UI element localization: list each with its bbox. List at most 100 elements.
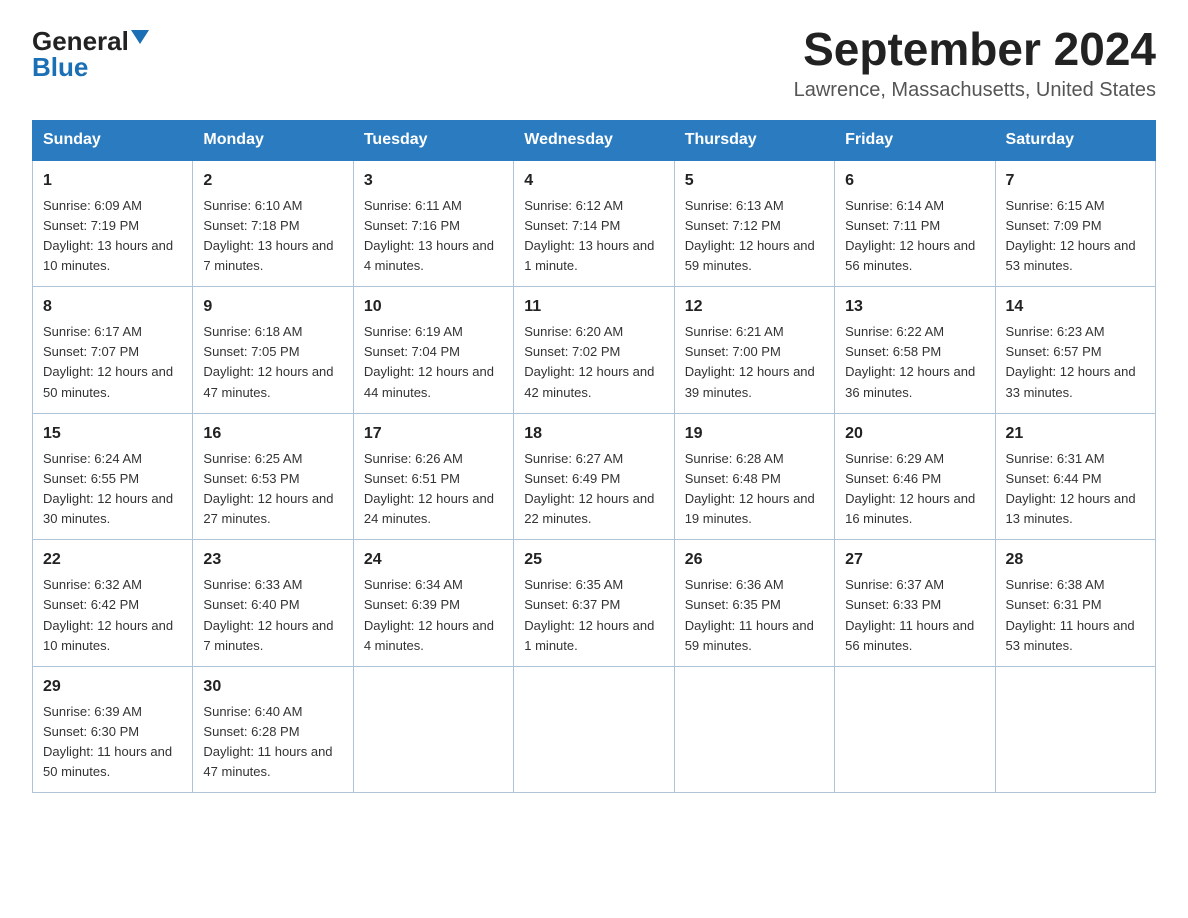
calendar-cell: 30 Sunrise: 6:40 AMSunset: 6:28 PMDayligh… [193, 666, 353, 793]
day-number: 22 [43, 548, 182, 572]
day-info: Sunrise: 6:37 AMSunset: 6:33 PMDaylight:… [845, 577, 974, 652]
day-info: Sunrise: 6:27 AMSunset: 6:49 PMDaylight:… [524, 451, 654, 526]
day-info: Sunrise: 6:10 AMSunset: 7:18 PMDaylight:… [203, 198, 333, 273]
day-info: Sunrise: 6:19 AMSunset: 7:04 PMDaylight:… [364, 324, 494, 399]
calendar-header-row: SundayMondayTuesdayWednesdayThursdayFrid… [33, 120, 1156, 160]
calendar-week-row: 29 Sunrise: 6:39 AMSunset: 6:30 PMDayligh… [33, 666, 1156, 793]
calendar-cell: 17Sunrise: 6:26 AMSunset: 6:51 PMDayligh… [353, 413, 513, 540]
calendar-cell [674, 666, 834, 793]
day-number: 24 [364, 548, 503, 572]
day-info: Sunrise: 6:09 AMSunset: 7:19 PMDaylight:… [43, 198, 173, 273]
calendar-cell: 16 Sunrise: 6:25 AMSunset: 6:53 PMDayligh… [193, 413, 353, 540]
day-number: 27 [845, 548, 984, 572]
day-info: Sunrise: 6:18 AMSunset: 7:05 PMDaylight:… [203, 324, 333, 399]
day-number: 14 [1006, 295, 1145, 319]
day-info: Sunrise: 6:23 AMSunset: 6:57 PMDaylight:… [1006, 324, 1136, 399]
day-info: Sunrise: 6:35 AMSunset: 6:37 PMDaylight:… [524, 577, 654, 652]
day-number: 4 [524, 169, 663, 193]
calendar-title: September 2024 [794, 24, 1156, 75]
calendar-week-row: 8 Sunrise: 6:17 AMSunset: 7:07 PMDaylight… [33, 287, 1156, 414]
day-number: 7 [1006, 169, 1145, 193]
day-info: Sunrise: 6:22 AMSunset: 6:58 PMDaylight:… [845, 324, 975, 399]
day-info: Sunrise: 6:12 AMSunset: 7:14 PMDaylight:… [524, 198, 654, 273]
calendar-cell: 10 Sunrise: 6:19 AMSunset: 7:04 PMDayligh… [353, 287, 513, 414]
calendar-cell: 12 Sunrise: 6:21 AMSunset: 7:00 PMDayligh… [674, 287, 834, 414]
calendar-cell [353, 666, 513, 793]
page-header: General Blue September 2024 Lawrence, Ma… [32, 24, 1156, 102]
day-info: Sunrise: 6:15 AMSunset: 7:09 PMDaylight:… [1006, 198, 1136, 273]
logo-general: General [32, 28, 129, 54]
logo-blue: Blue [32, 52, 88, 82]
day-info: Sunrise: 6:38 AMSunset: 6:31 PMDaylight:… [1006, 577, 1135, 652]
day-number: 17 [364, 422, 503, 446]
calendar-week-row: 1 Sunrise: 6:09 AMSunset: 7:19 PMDaylight… [33, 160, 1156, 287]
day-number: 11 [524, 295, 663, 319]
day-info: Sunrise: 6:21 AMSunset: 7:00 PMDaylight:… [685, 324, 815, 399]
day-info: Sunrise: 6:24 AMSunset: 6:55 PMDaylight:… [43, 451, 173, 526]
calendar-cell: 6 Sunrise: 6:14 AMSunset: 7:11 PMDaylight… [835, 160, 995, 287]
calendar-cell: 22 Sunrise: 6:32 AMSunset: 6:42 PMDayligh… [33, 540, 193, 667]
logo-triangle-icon [131, 30, 149, 44]
day-number: 3 [364, 169, 503, 193]
calendar-cell: 21 Sunrise: 6:31 AMSunset: 6:44 PMDayligh… [995, 413, 1155, 540]
day-info: Sunrise: 6:13 AMSunset: 7:12 PMDaylight:… [685, 198, 815, 273]
calendar-cell: 24 Sunrise: 6:34 AMSunset: 6:39 PMDayligh… [353, 540, 513, 667]
calendar-table: SundayMondayTuesdayWednesdayThursdayFrid… [32, 120, 1156, 794]
calendar-cell [514, 666, 674, 793]
calendar-cell: 8 Sunrise: 6:17 AMSunset: 7:07 PMDaylight… [33, 287, 193, 414]
weekday-header-tuesday: Tuesday [353, 120, 513, 160]
calendar-cell [835, 666, 995, 793]
day-number: 10 [364, 295, 503, 319]
calendar-cell: 9 Sunrise: 6:18 AMSunset: 7:05 PMDaylight… [193, 287, 353, 414]
calendar-cell: 29 Sunrise: 6:39 AMSunset: 6:30 PMDayligh… [33, 666, 193, 793]
weekday-header-wednesday: Wednesday [514, 120, 674, 160]
day-number: 8 [43, 295, 182, 319]
day-info: Sunrise: 6:34 AMSunset: 6:39 PMDaylight:… [364, 577, 494, 652]
day-number: 12 [685, 295, 824, 319]
calendar-subtitle: Lawrence, Massachusetts, United States [794, 79, 1156, 102]
day-number: 18 [524, 422, 663, 446]
day-info: Sunrise: 6:28 AMSunset: 6:48 PMDaylight:… [685, 451, 815, 526]
day-number: 19 [685, 422, 824, 446]
day-info: Sunrise: 6:29 AMSunset: 6:46 PMDaylight:… [845, 451, 975, 526]
day-info: Sunrise: 6:17 AMSunset: 7:07 PMDaylight:… [43, 324, 173, 399]
calendar-cell: 5 Sunrise: 6:13 AMSunset: 7:12 PMDaylight… [674, 160, 834, 287]
day-number: 21 [1006, 422, 1145, 446]
logo: General Blue [32, 28, 149, 81]
day-info: Sunrise: 6:31 AMSunset: 6:44 PMDaylight:… [1006, 451, 1136, 526]
day-number: 1 [43, 169, 182, 193]
calendar-cell: 28 Sunrise: 6:38 AMSunset: 6:31 PMDayligh… [995, 540, 1155, 667]
calendar-cell: 7 Sunrise: 6:15 AMSunset: 7:09 PMDaylight… [995, 160, 1155, 287]
day-number: 6 [845, 169, 984, 193]
day-number: 29 [43, 675, 182, 699]
day-info: Sunrise: 6:40 AMSunset: 6:28 PMDaylight:… [203, 704, 332, 779]
calendar-cell: 26Sunrise: 6:36 AMSunset: 6:35 PMDayligh… [674, 540, 834, 667]
day-number: 30 [203, 675, 342, 699]
weekday-header-saturday: Saturday [995, 120, 1155, 160]
day-number: 15 [43, 422, 182, 446]
day-number: 9 [203, 295, 342, 319]
day-info: Sunrise: 6:25 AMSunset: 6:53 PMDaylight:… [203, 451, 333, 526]
day-number: 2 [203, 169, 342, 193]
calendar-cell [995, 666, 1155, 793]
calendar-cell: 13 Sunrise: 6:22 AMSunset: 6:58 PMDayligh… [835, 287, 995, 414]
calendar-cell: 11Sunrise: 6:20 AMSunset: 7:02 PMDayligh… [514, 287, 674, 414]
day-info: Sunrise: 6:32 AMSunset: 6:42 PMDaylight:… [43, 577, 173, 652]
day-number: 16 [203, 422, 342, 446]
calendar-cell: 15 Sunrise: 6:24 AMSunset: 6:55 PMDayligh… [33, 413, 193, 540]
calendar-cell: 25Sunrise: 6:35 AMSunset: 6:37 PMDayligh… [514, 540, 674, 667]
calendar-cell: 14 Sunrise: 6:23 AMSunset: 6:57 PMDayligh… [995, 287, 1155, 414]
weekday-header-sunday: Sunday [33, 120, 193, 160]
day-number: 20 [845, 422, 984, 446]
day-number: 28 [1006, 548, 1145, 572]
calendar-week-row: 22 Sunrise: 6:32 AMSunset: 6:42 PMDayligh… [33, 540, 1156, 667]
day-info: Sunrise: 6:39 AMSunset: 6:30 PMDaylight:… [43, 704, 172, 779]
day-number: 13 [845, 295, 984, 319]
title-area: September 2024 Lawrence, Massachusetts, … [794, 24, 1156, 102]
day-info: Sunrise: 6:14 AMSunset: 7:11 PMDaylight:… [845, 198, 975, 273]
day-number: 23 [203, 548, 342, 572]
calendar-cell: 18 Sunrise: 6:27 AMSunset: 6:49 PMDayligh… [514, 413, 674, 540]
calendar-cell: 2 Sunrise: 6:10 AMSunset: 7:18 PMDaylight… [193, 160, 353, 287]
day-number: 26 [685, 548, 824, 572]
day-number: 5 [685, 169, 824, 193]
